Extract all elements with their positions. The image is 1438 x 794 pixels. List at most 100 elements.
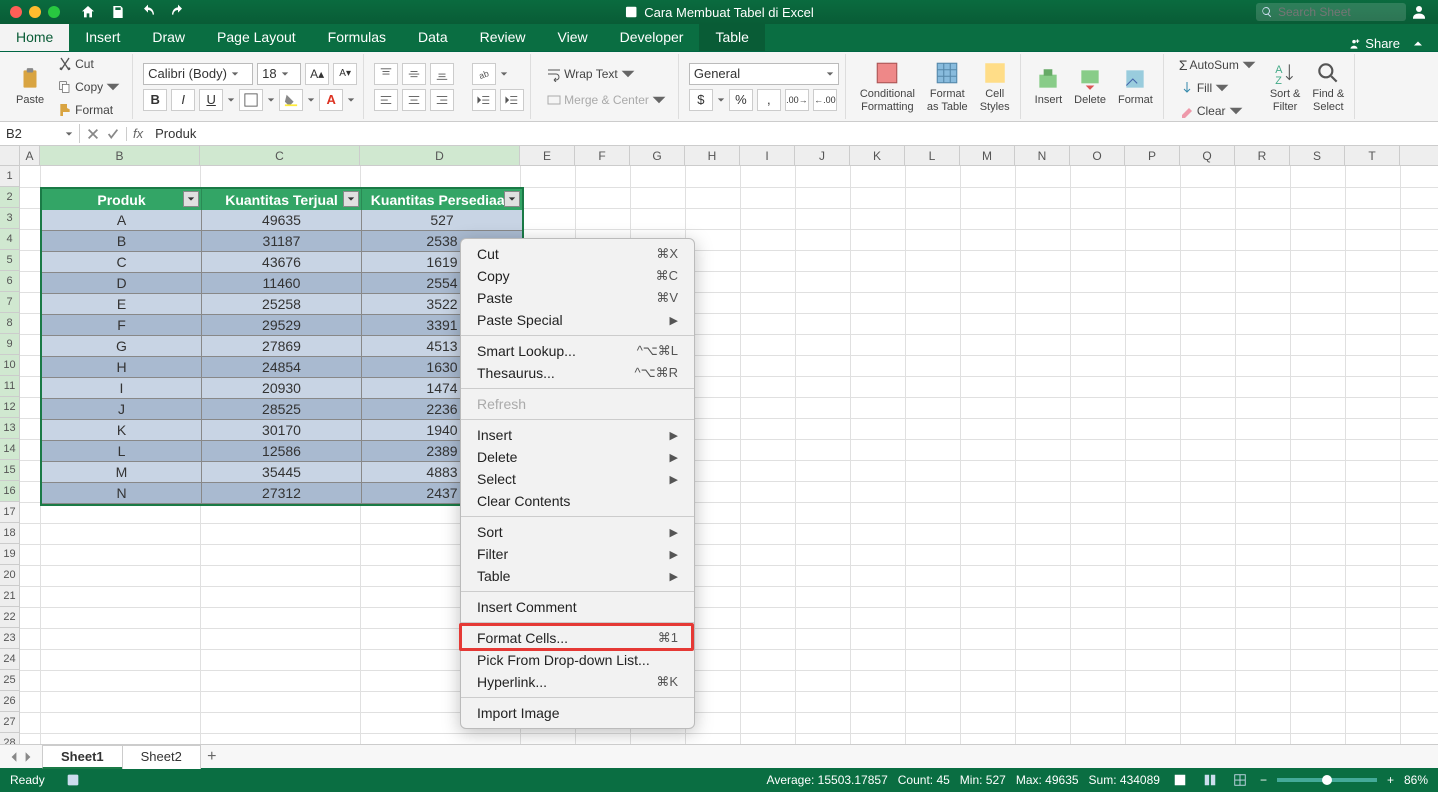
row-header[interactable]: 13 <box>0 418 19 439</box>
sheet-nav-next-icon[interactable] <box>22 751 34 763</box>
autosum-button[interactable]: ΣAutoSum <box>1174 54 1262 76</box>
column-headers[interactable]: ABCDEFGHIJKLMNOPQRST <box>0 146 1438 166</box>
table-row[interactable]: J285252236 <box>42 399 522 420</box>
row-header[interactable]: 20 <box>0 565 19 586</box>
cells-area[interactable]: ProdukKuantitas TerjualKuantitas Persedi… <box>20 166 1438 744</box>
copy-button[interactable]: Copy <box>52 76 126 98</box>
column-header[interactable]: R <box>1235 146 1290 165</box>
save-icon[interactable] <box>110 4 126 20</box>
row-headers[interactable]: 1234567891011121314151617181920212223242… <box>0 166 20 744</box>
row-header[interactable]: 4 <box>0 229 19 250</box>
table-row[interactable]: H248541630 <box>42 357 522 378</box>
maximize-window-button[interactable] <box>48 6 60 18</box>
cell-styles-button[interactable]: Cell Styles <box>976 54 1014 119</box>
table-row[interactable]: M354454883 <box>42 462 522 483</box>
table-cell[interactable]: G <box>42 336 202 357</box>
table-header-cell[interactable]: Produk <box>42 189 202 210</box>
table-cell[interactable]: H <box>42 357 202 378</box>
table-cell[interactable]: N <box>42 483 202 504</box>
table-cell[interactable]: 43676 <box>202 252 362 273</box>
filter-button[interactable] <box>504 191 520 207</box>
align-top-button[interactable] <box>374 63 398 85</box>
macro-record-icon[interactable] <box>65 772 81 788</box>
minimize-window-button[interactable] <box>29 6 41 18</box>
table-cell[interactable]: 527 <box>362 210 522 231</box>
table-cell[interactable]: 20930 <box>202 378 362 399</box>
context-menu-item[interactable]: Select▶ <box>461 468 694 490</box>
zoom-in-button[interactable]: + <box>1387 773 1394 787</box>
column-header[interactable]: S <box>1290 146 1345 165</box>
context-menu-item[interactable]: Copy⌘C <box>461 265 694 287</box>
context-menu-item[interactable]: Cut⌘X <box>461 243 694 265</box>
row-header[interactable]: 26 <box>0 691 19 712</box>
increase-decimal-button[interactable]: .00→ <box>785 89 809 111</box>
decrease-indent-button[interactable] <box>472 89 496 111</box>
context-menu-item[interactable]: Sort▶ <box>461 521 694 543</box>
column-header[interactable]: Q <box>1180 146 1235 165</box>
fill-button[interactable]: Fill <box>1174 77 1262 99</box>
row-header[interactable]: 17 <box>0 502 19 523</box>
column-header[interactable]: G <box>630 146 685 165</box>
table-cell[interactable]: J <box>42 399 202 420</box>
align-bottom-button[interactable] <box>430 63 454 85</box>
table-cell[interactable]: F <box>42 315 202 336</box>
table-cell[interactable]: 24854 <box>202 357 362 378</box>
row-header[interactable]: 19 <box>0 544 19 565</box>
sheet-nav-prev-icon[interactable] <box>8 751 20 763</box>
table-cell[interactable]: 12586 <box>202 441 362 462</box>
conditional-formatting-button[interactable]: Conditional Formatting <box>856 54 919 119</box>
context-menu-item[interactable]: Paste Special▶ <box>461 309 694 331</box>
format-cells-button[interactable]: Format <box>1114 54 1157 119</box>
increase-indent-button[interactable] <box>500 89 524 111</box>
context-menu-item[interactable]: Smart Lookup...^⌥⌘L <box>461 340 694 362</box>
zoom-level[interactable]: 86% <box>1404 773 1428 787</box>
table-row[interactable]: A49635527 <box>42 210 522 231</box>
row-header[interactable]: 23 <box>0 628 19 649</box>
table-cell[interactable]: 25258 <box>202 294 362 315</box>
row-header[interactable]: 9 <box>0 334 19 355</box>
context-menu-item[interactable]: Insert▶ <box>461 424 694 446</box>
table-row[interactable]: D114602554 <box>42 273 522 294</box>
table-cell[interactable]: K <box>42 420 202 441</box>
row-header[interactable]: 16 <box>0 481 19 502</box>
tab-review[interactable]: Review <box>464 23 542 51</box>
table-cell[interactable]: C <box>42 252 202 273</box>
row-header[interactable]: 21 <box>0 586 19 607</box>
table-cell[interactable]: 35445 <box>202 462 362 483</box>
add-sheet-button[interactable]: + <box>200 748 224 766</box>
filter-button[interactable] <box>343 191 359 207</box>
sheet-tab[interactable]: Sheet1 <box>42 745 123 769</box>
comma-button[interactable]: , <box>757 89 781 111</box>
row-header[interactable]: 5 <box>0 250 19 271</box>
column-header[interactable]: H <box>685 146 740 165</box>
table-cell[interactable]: L <box>42 441 202 462</box>
data-table[interactable]: ProdukKuantitas TerjualKuantitas Persedi… <box>40 187 524 506</box>
insert-cells-button[interactable]: Insert <box>1031 54 1067 119</box>
tab-formulas[interactable]: Formulas <box>312 23 402 51</box>
table-header-cell[interactable]: Kuantitas Terjual <box>202 189 362 210</box>
table-cell[interactable]: 27869 <box>202 336 362 357</box>
align-right-button[interactable] <box>430 89 454 111</box>
cut-button[interactable]: Cut <box>52 53 126 75</box>
context-menu-item[interactable]: Thesaurus...^⌥⌘R <box>461 362 694 384</box>
undo-icon[interactable] <box>140 4 156 20</box>
spreadsheet-grid[interactable]: ABCDEFGHIJKLMNOPQRST 1234567891011121314… <box>0 146 1438 744</box>
row-header[interactable]: 14 <box>0 439 19 460</box>
row-header[interactable]: 15 <box>0 460 19 481</box>
column-header[interactable]: I <box>740 146 795 165</box>
share-button[interactable]: Share <box>1347 36 1400 51</box>
row-header[interactable]: 12 <box>0 397 19 418</box>
table-row[interactable]: F295293391 <box>42 315 522 336</box>
row-header[interactable]: 25 <box>0 670 19 691</box>
row-header[interactable]: 28 <box>0 733 19 744</box>
home-icon[interactable] <box>80 4 96 20</box>
column-header[interactable]: M <box>960 146 1015 165</box>
percent-button[interactable]: % <box>729 89 753 111</box>
table-row[interactable]: I209301474 <box>42 378 522 399</box>
sheet-tab[interactable]: Sheet2 <box>122 745 201 769</box>
column-header[interactable]: L <box>905 146 960 165</box>
merge-center-button[interactable]: Merge & Center <box>541 89 672 111</box>
decrease-font-button[interactable]: A▾ <box>333 63 357 85</box>
table-row[interactable]: B311872538 <box>42 231 522 252</box>
increase-font-button[interactable]: A▴ <box>305 63 329 85</box>
